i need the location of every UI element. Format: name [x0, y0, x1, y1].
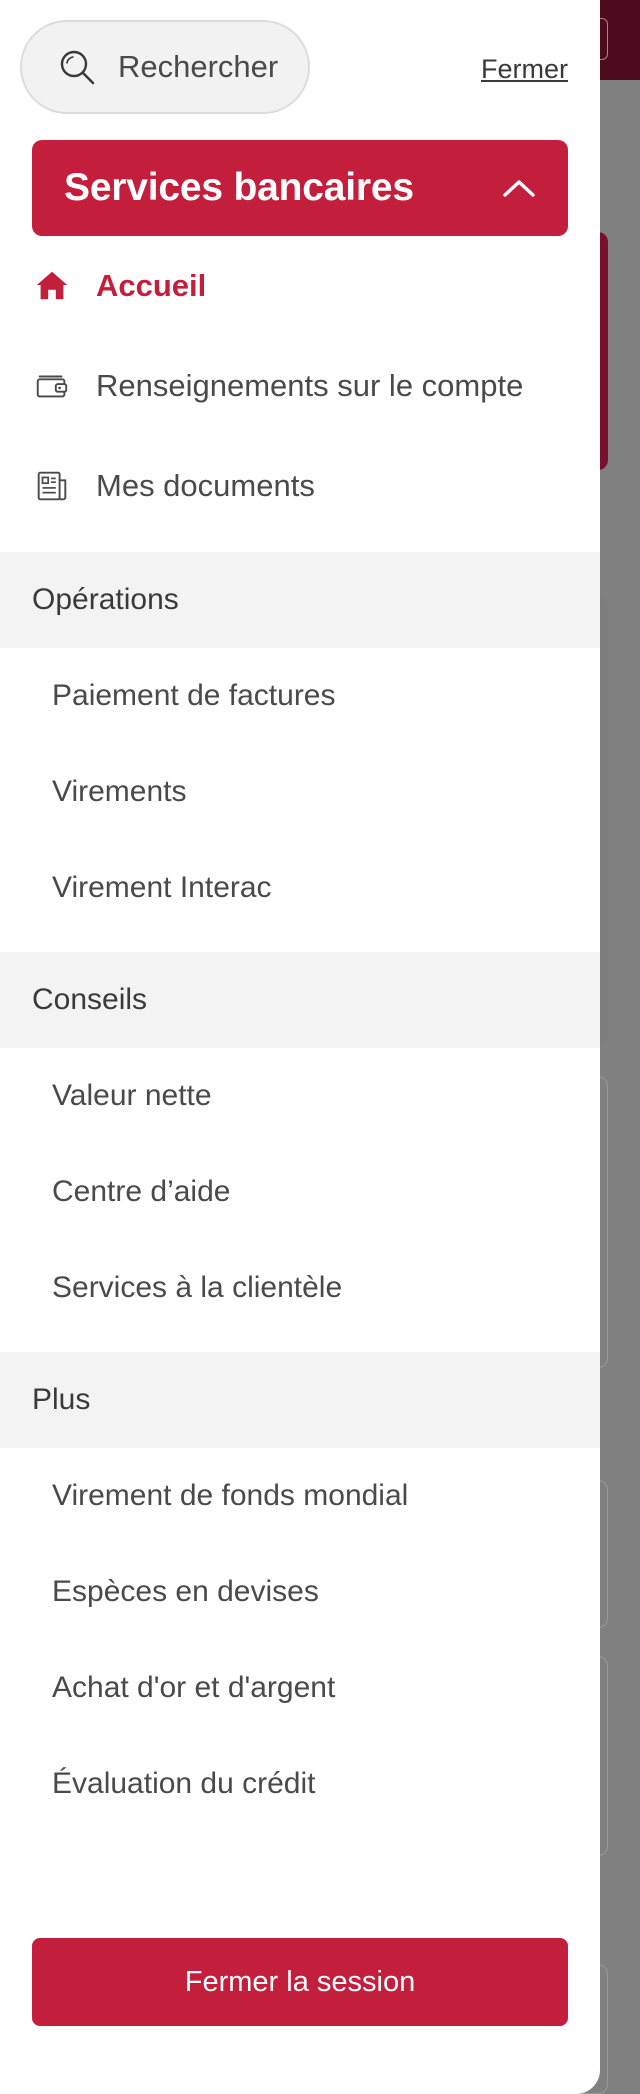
chevron-up-icon	[503, 180, 535, 197]
nav-item-mes-documents[interactable]: Mes documents	[0, 436, 600, 536]
section-title: Services bancaires	[64, 166, 414, 209]
nav-item-evaluation-credit[interactable]: Évaluation du crédit	[0, 1736, 600, 1832]
close-menu-link[interactable]: Fermer	[481, 54, 568, 85]
nav-item-services-clientele[interactable]: Services à la clientèle	[0, 1240, 600, 1336]
nav-item-renseignements[interactable]: Renseignements sur le compte	[0, 336, 600, 436]
group-header-operations: Opérations	[0, 552, 600, 648]
home-icon	[32, 266, 72, 306]
wallet-icon	[32, 366, 72, 406]
nav-item-centre-aide[interactable]: Centre d’aide	[0, 1144, 600, 1240]
nav-item-achat-or-argent[interactable]: Achat d'or et d'argent	[0, 1640, 600, 1736]
nav-item-paiement-de-factures[interactable]: Paiement de factures	[0, 648, 600, 744]
search-icon	[60, 50, 95, 85]
group-header-plus: Plus	[0, 1352, 600, 1448]
document-icon	[32, 466, 72, 506]
logout-button[interactable]: Fermer la session	[32, 1938, 568, 2026]
navigation-drawer: Rechercher Fermer Services bancaires Acc…	[0, 0, 600, 2094]
group-header-conseils: Conseils	[0, 952, 600, 1048]
search-label: Rechercher	[118, 49, 279, 84]
nav-item-especes-devises[interactable]: Espèces en devises	[0, 1544, 600, 1640]
drawer-header: Rechercher Fermer	[0, 0, 600, 140]
search-button[interactable]: Rechercher	[20, 20, 310, 114]
nav-item-label: Mes documents	[96, 468, 315, 503]
nav-item-label: Accueil	[96, 268, 207, 303]
section-toggle-services-bancaires[interactable]: Services bancaires	[32, 140, 568, 236]
nav-item-accueil[interactable]: Accueil	[0, 236, 600, 336]
nav-item-valeur-nette[interactable]: Valeur nette	[0, 1048, 600, 1144]
nav-item-virements[interactable]: Virements	[0, 744, 600, 840]
nav-item-virement-interac[interactable]: Virement Interac	[0, 840, 600, 936]
nav-item-virement-fonds-mondial[interactable]: Virement de fonds mondial	[0, 1448, 600, 1544]
nav-item-label: Renseignements sur le compte	[96, 368, 524, 403]
